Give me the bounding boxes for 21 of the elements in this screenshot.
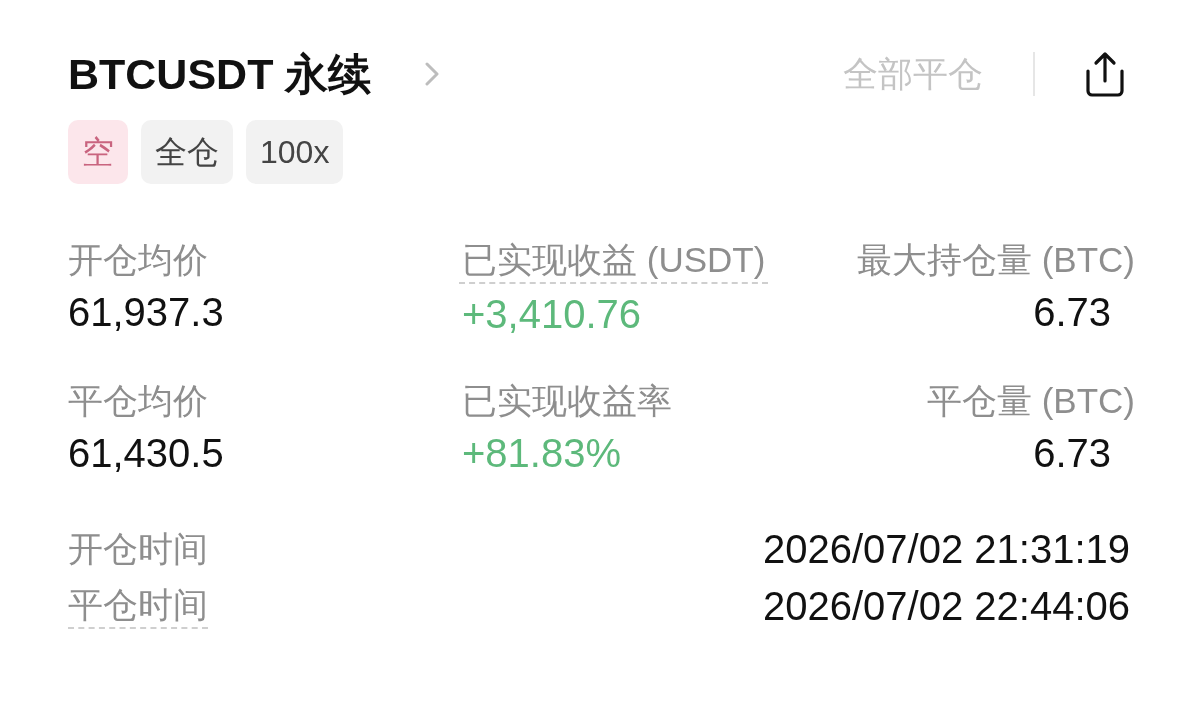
stat-label: 平仓量 (BTC) xyxy=(926,380,1135,422)
share-icon[interactable] xyxy=(1085,51,1125,97)
time-label: 平仓时间 xyxy=(68,582,208,629)
stat-label: 已实现收益 (USDT) xyxy=(459,238,769,284)
stat-label: 已实现收益率 xyxy=(462,380,672,422)
stat-value: +81.83% xyxy=(462,430,622,477)
stat-label: 最大持仓量 (BTC) xyxy=(856,239,1135,281)
stat-value: 6.73 xyxy=(1033,289,1112,336)
time-value: 2026/07/02 22:44:06 xyxy=(763,582,1131,630)
stat-value: 61,937.3 xyxy=(68,289,224,336)
time-value: 2026/07/02 21:31:19 xyxy=(763,525,1131,573)
position-tag: 空 xyxy=(68,120,128,184)
stat-label: 开仓均价 xyxy=(68,239,208,281)
stat-label: 平仓均价 xyxy=(68,380,208,422)
position-tag: 全仓 xyxy=(141,120,233,184)
stat-value: 6.73 xyxy=(1033,430,1112,477)
position-tag: 100x xyxy=(246,120,344,184)
time-label: 开仓时间 xyxy=(68,527,208,570)
stat-value: +3,410.76 xyxy=(462,291,642,338)
stat-value: 61,430.5 xyxy=(68,430,224,477)
symbol-title: BTCUSDT 永续 xyxy=(68,49,372,100)
